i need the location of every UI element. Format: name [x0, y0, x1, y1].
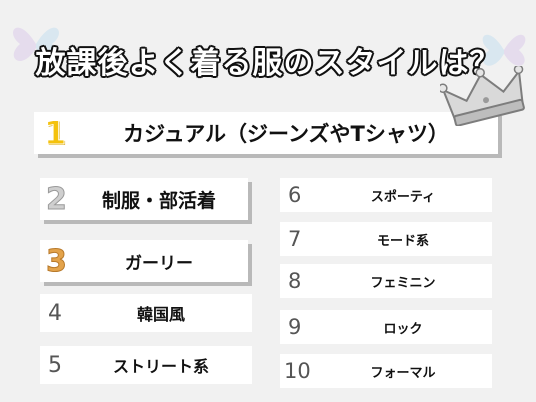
- ranking-label: カジュアル（ジーンズやTシャツ）: [123, 122, 449, 146]
- ranking-label: フェミニン: [370, 275, 436, 291]
- rank-number: 7: [288, 227, 302, 251]
- ranking-item-5: 5 ストリート系: [40, 346, 252, 384]
- rank-number: 4: [48, 300, 62, 326]
- rank-number: 8: [288, 269, 302, 293]
- ranking-label: ガーリー: [125, 253, 193, 274]
- ranking-item-9: 9 ロック: [280, 310, 492, 344]
- ranking-label: ストリート系: [112, 357, 209, 376]
- ranking-item-8: 8 フェミニン: [280, 264, 492, 298]
- ranking-item-3: 3 ガーリー: [40, 240, 248, 282]
- ranking-label: ロック: [383, 321, 423, 337]
- rank-number: 9: [288, 315, 302, 339]
- ranking-item-4: 4 韓国風: [40, 294, 252, 332]
- ranking-item-6: 6 スポーティ: [280, 178, 492, 212]
- rank-number: 6: [288, 183, 302, 207]
- ranking-item-10: 10 フォーマル: [280, 354, 492, 388]
- crown-icon: [440, 66, 525, 126]
- ranking-label: スポーティ: [370, 189, 436, 205]
- rank-number: 10: [284, 359, 311, 383]
- ranking-label: フォーマル: [370, 365, 436, 381]
- ranking-label: 韓国風: [136, 305, 185, 324]
- rank-number: 2: [46, 181, 68, 217]
- ranking-label: 制服・部活着: [101, 189, 216, 212]
- rank-number: 1: [43, 114, 67, 153]
- rank-number: 3: [46, 243, 68, 279]
- ranking-item-2: 2 制服・部活着: [40, 178, 248, 220]
- rank-number: 5: [48, 352, 62, 378]
- ranking-item-7: 7 モード系: [280, 222, 492, 256]
- ranking-label: モード系: [376, 233, 429, 249]
- ranking-item-1: 1 カジュアル（ジーンズやTシャツ）: [34, 112, 498, 154]
